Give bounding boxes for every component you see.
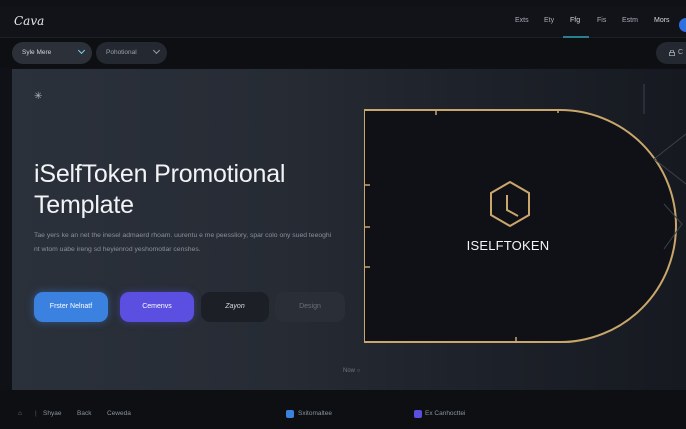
- chevron-down-icon: [152, 46, 161, 55]
- primary-cta-button[interactable]: Frster Nelnatf: [34, 292, 108, 322]
- chevron-down-icon: [77, 46, 86, 55]
- bottom-item-1[interactable]: Shyae: [43, 410, 61, 417]
- checkbox-icon[interactable]: [286, 410, 294, 418]
- design-canvas[interactable]: ✳ iSelfToken Promotional Template Tae ye…: [12, 69, 686, 390]
- bottom-item-2[interactable]: Back: [77, 410, 91, 417]
- canvas-hint-label: Now: [343, 368, 356, 374]
- style-dropdown-label: Syle Mere: [22, 49, 52, 56]
- description-text[interactable]: Tae yers ke an net the inesel admaerd rh…: [34, 229, 334, 257]
- top-nav-bar: Cava Exts Ety Ffg Fis Estm Mors: [0, 6, 686, 38]
- app-window: Cava Exts Ety Ffg Fis Estm Mors Syle Mer…: [0, 0, 686, 429]
- share-button[interactable]: C: [656, 42, 686, 64]
- menu-item-6[interactable]: Mors: [654, 17, 670, 24]
- canvas-hint: Now ○: [343, 368, 360, 374]
- bottom-middle-item[interactable]: Sxitomaltee: [298, 410, 332, 417]
- share-button-label: C: [678, 49, 684, 56]
- menu-item-1[interactable]: Exts: [515, 17, 529, 24]
- brand-name: ISELFTOKEN: [466, 238, 550, 253]
- menu-item-4[interactable]: Fis: [597, 17, 606, 24]
- menu-item-3[interactable]: Ffg: [570, 17, 580, 24]
- secondary-cta-button[interactable]: Cemenvs: [120, 292, 194, 322]
- avatar[interactable]: [679, 18, 686, 32]
- bottom-bar: ⌂ | Shyae Back Ceweda Sxitomaltee Ex Can…: [0, 390, 686, 429]
- circle-icon: ○: [356, 368, 361, 374]
- lock-icon: [669, 50, 675, 56]
- sparkle-icon: ✳: [34, 91, 43, 102]
- zayon-button[interactable]: Zayon: [201, 292, 269, 322]
- app-logo[interactable]: Cava: [14, 14, 44, 28]
- menu-item-5[interactable]: Estm: [622, 17, 638, 24]
- checkbox-icon[interactable]: [414, 410, 422, 418]
- page-title[interactable]: iSelfToken Promotional Template: [34, 159, 334, 221]
- decorative-lines-icon: [643, 84, 686, 250]
- bottom-right-item[interactable]: Ex Canhocttei: [425, 410, 465, 417]
- menu-item-2[interactable]: Ety: [544, 17, 554, 24]
- bottom-item-3[interactable]: Ceweda: [107, 410, 131, 417]
- type-dropdown-label: Pohotional: [106, 49, 137, 56]
- type-dropdown[interactable]: Pohotional: [96, 42, 167, 64]
- style-dropdown[interactable]: Syle Mere: [12, 42, 92, 64]
- design-button[interactable]: Design: [275, 292, 345, 322]
- divider: |: [35, 410, 37, 417]
- home-icon[interactable]: ⌂: [18, 410, 22, 417]
